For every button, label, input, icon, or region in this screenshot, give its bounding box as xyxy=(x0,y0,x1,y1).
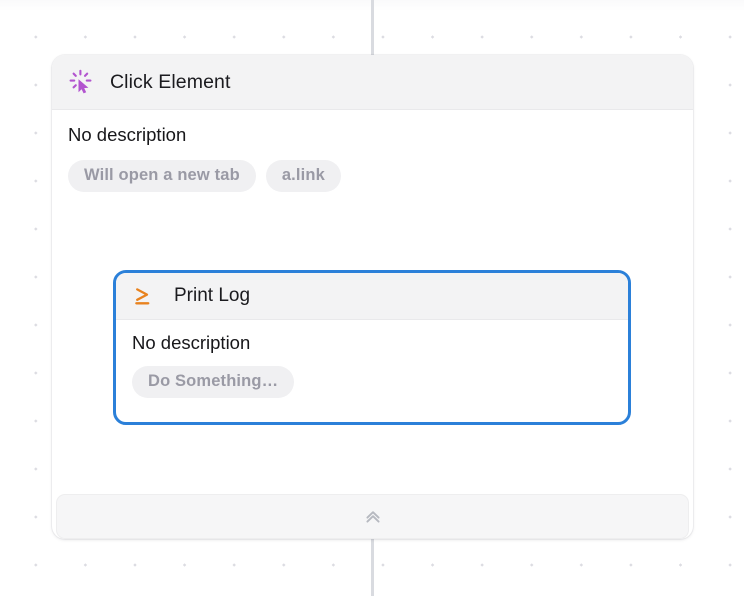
child-node-pill[interactable]: Do Something… xyxy=(132,366,295,399)
node-description: No description xyxy=(68,124,187,145)
child-node-pill-row: Do Something… xyxy=(132,366,612,399)
child-node-body: No description Do Something… xyxy=(116,320,628,399)
click-cursor-icon xyxy=(68,69,94,95)
node-body: No description Will open a new tab a.lin… xyxy=(52,110,693,193)
node-pill-row: Will open a new tab a.link xyxy=(68,160,677,193)
collapse-node-bar[interactable] xyxy=(56,494,689,539)
flow-canvas[interactable]: Click Element No description Will open a… xyxy=(0,0,744,596)
chevron-double-up-icon[interactable] xyxy=(362,506,384,528)
connector-line-top xyxy=(371,0,374,56)
connector-line-bottom xyxy=(371,538,374,596)
node-card-print-log[interactable]: Print Log No description Do Something… xyxy=(113,270,631,425)
node-title: Click Element xyxy=(110,70,231,93)
child-node-description: No description xyxy=(132,332,251,353)
child-node-header[interactable]: Print Log xyxy=(116,273,628,320)
node-header[interactable]: Click Element xyxy=(52,55,693,110)
node-pill[interactable]: Will open a new tab xyxy=(68,160,256,193)
console-prompt-icon xyxy=(132,284,156,308)
node-pill[interactable]: a.link xyxy=(265,160,341,193)
child-node-title: Print Log xyxy=(174,285,251,306)
